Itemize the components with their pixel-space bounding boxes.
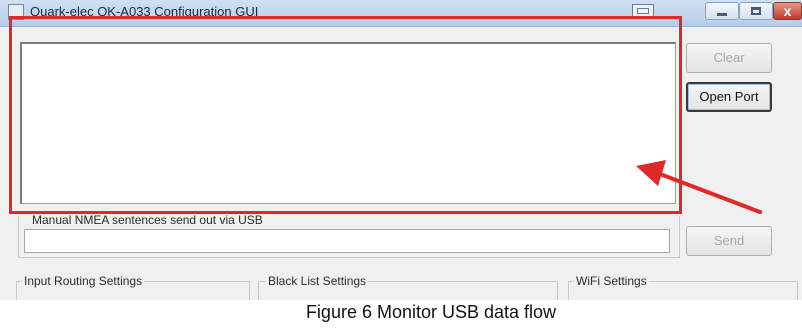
figure-caption: Figure 6 Monitor USB data flow — [305, 302, 557, 322]
arrow-pointer-icon — [636, 160, 762, 214]
